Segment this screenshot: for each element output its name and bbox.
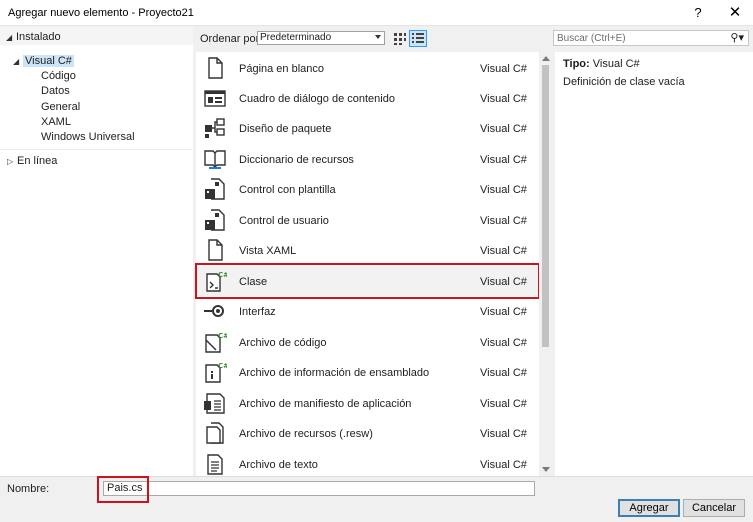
content-dialog-icon [204, 90, 226, 107]
collapse-arrow-icon[interactable]: ◢ [13, 57, 23, 66]
title-bar: Agregar nuevo elemento - Proyecto21 ? ✕ [0, 0, 753, 26]
name-input[interactable]: Pais.cs [103, 481, 535, 496]
list-item[interactable]: Control con plantilla Visual C# [196, 174, 540, 204]
expand-arrow-icon[interactable]: ▷ [7, 157, 17, 166]
list-item[interactable]: Archivo de manifiesto de aplicación Visu… [196, 388, 540, 418]
sort-label: Ordenar por: [200, 33, 263, 45]
xaml-view-icon [208, 239, 223, 261]
list-item[interactable]: C# Archivo de código Visual C# [196, 327, 540, 357]
sort-dropdown[interactable]: Predeterminado [257, 31, 385, 45]
code-file-icon: C# [205, 332, 227, 353]
resource-dictionary-icon [204, 150, 226, 169]
user-control-icon [205, 209, 225, 231]
list-item[interactable]: Diseño de paquete Visual C# [196, 113, 540, 143]
type-description: Definición de clase vacía [563, 76, 685, 88]
list-item[interactable]: C# Archivo de información de ensamblado … [196, 357, 540, 387]
name-highlight-box [97, 476, 149, 503]
chevron-down-icon [375, 35, 381, 39]
window-title: Agregar nuevo elemento - Proyecto21 [8, 7, 194, 19]
list-item[interactable]: Archivo de recursos (.resw) Visual C# [196, 418, 540, 448]
list-item[interactable]: Interfaz Visual C# [196, 296, 540, 326]
bottom-bar: Nombre: Pais.cs Agregar Cancelar [0, 476, 753, 522]
tree-node-codigo[interactable]: Código [41, 70, 76, 82]
list-view-icon [412, 33, 424, 43]
svg-text:C#: C# [218, 362, 227, 370]
name-label: Nombre: [7, 483, 50, 495]
interface-icon [204, 305, 224, 317]
scroll-thumb[interactable] [542, 65, 549, 347]
tree-node-xaml[interactable]: XAML [41, 116, 71, 128]
search-placeholder: Buscar (Ctrl+E) [557, 33, 626, 44]
text-file-icon [207, 454, 223, 475]
list-item[interactable]: Archivo de texto Visual C# [196, 449, 540, 479]
category-tree: ◢ Instalado ◢ Visual C# Código Datos Gener… [0, 27, 193, 476]
type-row: Tipo: Visual C# [563, 58, 640, 70]
clase-highlight-box [195, 263, 540, 299]
scroll-up-icon[interactable] [542, 56, 550, 61]
search-input[interactable]: Buscar (Ctrl+E) ⚲▾ [553, 30, 749, 46]
scroll-down-icon[interactable] [542, 467, 550, 472]
list-item[interactable]: Diccionario de recursos Visual C# [196, 144, 540, 174]
list-item[interactable]: Control de usuario Visual C# [196, 205, 540, 235]
package-design-icon [205, 118, 225, 138]
grid-view-button[interactable] [391, 30, 409, 47]
resw-file-icon [206, 422, 224, 444]
list-item[interactable]: Cuadro de diálogo de contenido Visual C# [196, 83, 540, 113]
close-button[interactable]: ✕ [726, 3, 744, 21]
help-button[interactable]: ? [690, 5, 706, 20]
details-pane: Tipo: Visual C# Definición de clase vací… [555, 52, 753, 476]
templated-control-icon [205, 178, 225, 200]
assembly-info-icon: C# [205, 362, 227, 383]
search-icon[interactable]: ⚲▾ [730, 31, 744, 44]
tree-node-datos[interactable]: Datos [41, 85, 70, 97]
blank-page-icon [208, 57, 223, 79]
add-button[interactable]: Agregar [618, 499, 680, 517]
collapse-arrow-icon[interactable]: ◢ [6, 33, 16, 42]
list-view-button[interactable] [409, 30, 427, 47]
tree-node-windows-universal[interactable]: Windows Universal [41, 131, 135, 143]
list-item[interactable]: Vista XAML Visual C# [196, 235, 540, 265]
app-manifest-icon [204, 393, 225, 414]
tree-divider [0, 149, 193, 150]
tree-node-general[interactable]: General [41, 101, 80, 113]
grid-view-icon [394, 33, 406, 45]
list-item[interactable]: Página en blanco Visual C# [196, 53, 540, 83]
cancel-button[interactable]: Cancelar [683, 499, 745, 517]
toolbar: Ordenar por: Predeterminado Buscar (Ctrl… [196, 27, 753, 51]
svg-text:C#: C# [218, 332, 227, 340]
tree-node-visual-csharp[interactable]: ◢ Visual C# [13, 55, 74, 67]
tree-node-installed[interactable]: ◢ Instalado [6, 31, 61, 43]
list-scrollbar[interactable] [539, 52, 552, 476]
tree-node-online[interactable]: ▷ En línea [7, 155, 57, 167]
